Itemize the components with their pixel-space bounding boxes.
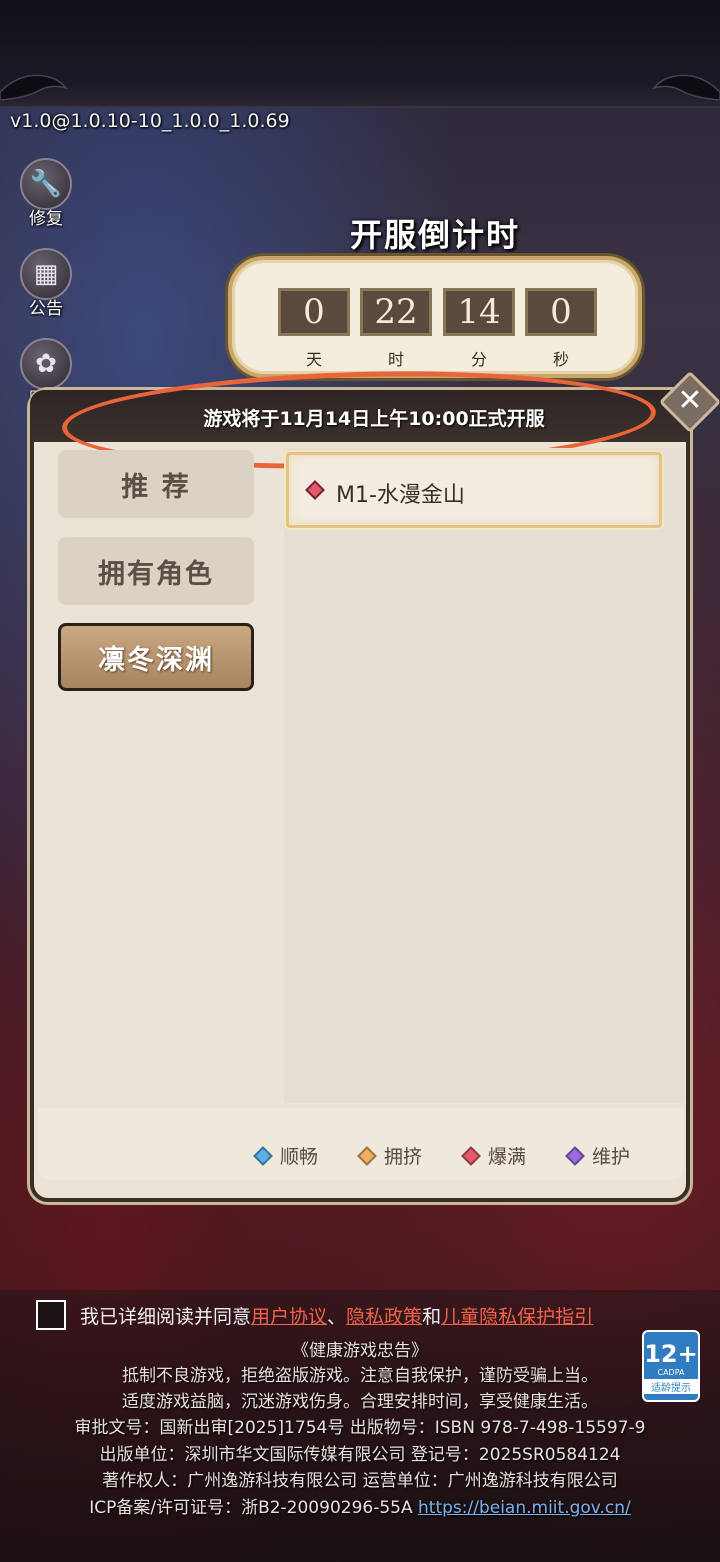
agreement-row: 我已详细阅读并同意 用户协议 、 隐私政策 和 儿童隐私保护指引 bbox=[36, 1300, 593, 1330]
agreement-checkbox[interactable] bbox=[36, 1300, 66, 1330]
age-rating-org: CADPA bbox=[657, 1368, 685, 1377]
countdown-hours: 22 bbox=[360, 288, 432, 336]
icp-number: ICP备案/许可证号：浙B2-20090296-55A bbox=[89, 1498, 413, 1518]
top-banner bbox=[0, 0, 720, 108]
server-list bbox=[284, 448, 684, 1103]
crowded-gem-icon bbox=[357, 1145, 377, 1166]
legend-crowded-label: 拥挤 bbox=[384, 1146, 423, 1168]
age-rating-tip: 适龄提示 bbox=[644, 1379, 698, 1394]
legend-crowded: 拥挤 bbox=[357, 1142, 423, 1169]
privacy-policy-link[interactable]: 隐私政策 bbox=[346, 1302, 422, 1329]
agreement-and: 和 bbox=[422, 1305, 442, 1328]
character-icon: ✿ bbox=[20, 338, 72, 390]
health-advice-title: 《健康游戏忠告》 bbox=[292, 1341, 428, 1361]
legend-maintenance: 维护 bbox=[565, 1142, 631, 1169]
countdown-days: 0 bbox=[278, 288, 350, 336]
agreement-prefix: 我已详细阅读并同意 bbox=[80, 1305, 252, 1328]
maintenance-gem-icon bbox=[565, 1145, 585, 1166]
server-name: M1-水漫金山 bbox=[336, 483, 465, 508]
legend-smooth-label: 顺畅 bbox=[280, 1146, 319, 1168]
health-advice-line1: 抵制不良游戏，拒绝盗版游戏。注意自我保护，谨防受骗上当。 bbox=[122, 1366, 598, 1386]
user-agreement-link[interactable]: 用户协议 bbox=[251, 1302, 327, 1329]
tab-winter-abyss[interactable]: 凛冬深渊 bbox=[58, 623, 254, 691]
icp-link[interactable]: https://beian.miit.gov.cn/ bbox=[418, 1498, 631, 1518]
countdown-seconds: 0 bbox=[525, 288, 597, 336]
smooth-gem-icon bbox=[253, 1145, 273, 1166]
close-icon[interactable]: ✕ bbox=[668, 380, 712, 424]
approval-info: 审批文号：国新出审[2025]1754号 出版物号：ISBN 978-7-498… bbox=[74, 1418, 646, 1438]
version-label: v1.0@1.0.10-10_1.0.0_1.0.69 bbox=[10, 110, 290, 132]
legend-full-label: 爆满 bbox=[488, 1146, 527, 1168]
countdown-title: 开服倒计时 bbox=[349, 216, 520, 254]
age-rating-number: 12+ bbox=[644, 1340, 698, 1368]
icp-info: ICP备案/许可证号：浙B2-20090296-55A https://beia… bbox=[0, 1493, 720, 1518]
legend-full: 爆满 bbox=[461, 1142, 527, 1169]
dragon-head-right-icon bbox=[651, 74, 720, 101]
agreement-separator: 、 bbox=[327, 1305, 347, 1328]
unit-seconds: 秒 bbox=[552, 350, 569, 369]
unit-days: 天 bbox=[305, 350, 322, 369]
copyright-info: 著作权人：广州逸游科技有限公司 运营单位：广州逸游科技有限公司 bbox=[102, 1471, 618, 1491]
dragon-head-left-icon bbox=[0, 74, 69, 101]
countdown-minutes: 14 bbox=[443, 288, 515, 336]
health-advice-line2: 适度游戏益脑，沉迷游戏伤身。合理安排时间，享受健康生活。 bbox=[122, 1392, 598, 1412]
announcement-button[interactable]: ▦ 公告 bbox=[18, 248, 74, 328]
countdown-frame: 0 22 14 0 天 时 分 秒 bbox=[228, 256, 642, 378]
child-privacy-link[interactable]: 儿童隐私保护指引 bbox=[441, 1302, 593, 1329]
tab-owned-characters[interactable]: 拥有角色 bbox=[58, 537, 254, 605]
unit-hours: 时 bbox=[387, 350, 404, 369]
full-gem-icon bbox=[461, 1145, 481, 1166]
age-rating-badge: 12+ CADPA 适龄提示 bbox=[642, 1330, 700, 1402]
tab-recommended[interactable]: 推 荐 bbox=[58, 450, 254, 518]
announcement-label: 公告 bbox=[29, 299, 63, 319]
legend-smooth: 顺畅 bbox=[253, 1142, 319, 1169]
wrench-icon: 🔧 bbox=[20, 158, 72, 210]
legend-maintenance-label: 维护 bbox=[592, 1146, 631, 1168]
unit-minutes: 分 bbox=[470, 350, 487, 369]
publisher-info: 出版单位：深圳市华文国际传媒有限公司 登记号：2025SR0584124 bbox=[99, 1445, 621, 1465]
